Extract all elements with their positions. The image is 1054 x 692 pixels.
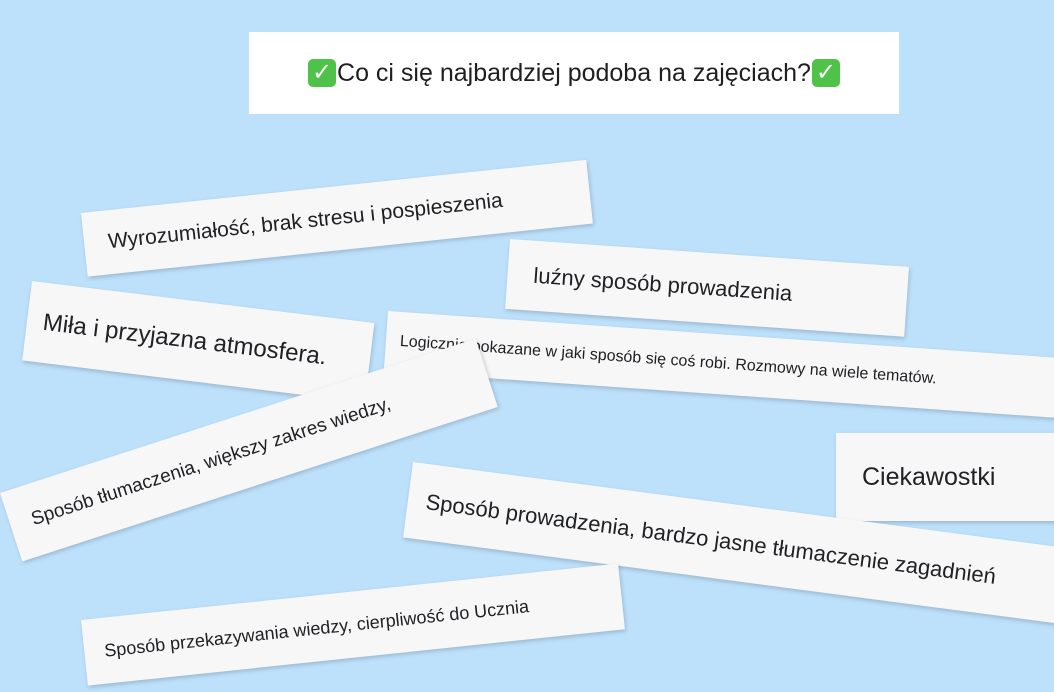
check-mark-button-icon: ✓ (308, 59, 337, 87)
question-title: Co ci się najbardziej podoba na zajęciac… (337, 58, 811, 87)
response-text: Wyrozumiałość, brak stresu i pospieszeni… (106, 188, 504, 254)
response-text: Miła i przyjazna atmosfera. (41, 308, 329, 371)
response-card: Sposób przekazywania wiedzy, cierpliwość… (81, 563, 625, 686)
response-text: Sposób tłumaczenia, większy zakres wiedz… (28, 393, 394, 530)
response-text: Sposób przekazywania wiedzy, cierpliwość… (103, 595, 530, 661)
response-card: Ciekawostki (836, 433, 1054, 521)
response-card: Miła i przyjazna atmosfera. (22, 281, 375, 403)
check-mark-button-icon: ✓ (811, 59, 840, 87)
response-text: luźny sposób prowadzenia (532, 262, 794, 306)
response-card: luźny sposób prowadzenia (505, 239, 910, 337)
response-text: Ciekawostki (862, 462, 996, 491)
question-title-card: ✓ Co ci się najbardziej podoba na zajęci… (249, 32, 899, 114)
